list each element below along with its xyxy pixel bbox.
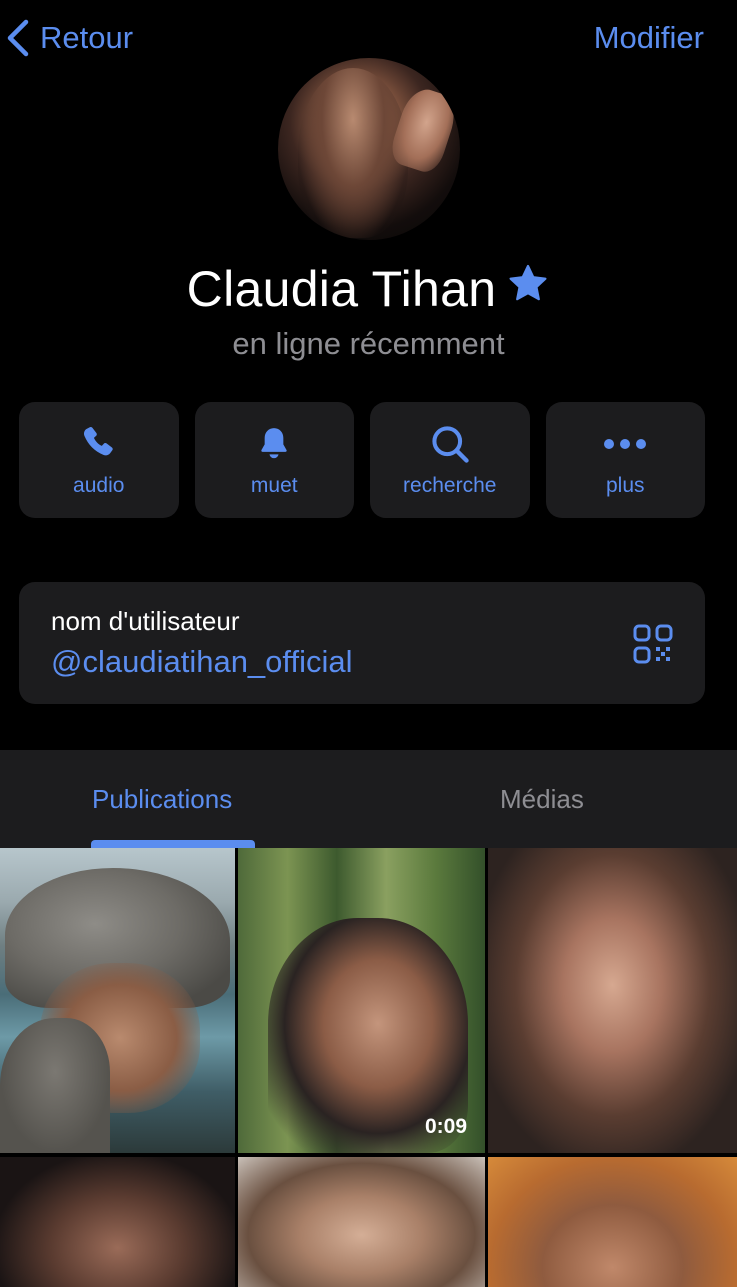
tab-medias[interactable]: Médias bbox=[500, 784, 584, 815]
username-title: nom d'utilisateur bbox=[51, 606, 240, 636]
qr-code-icon[interactable] bbox=[633, 624, 673, 664]
back-button[interactable]: Retour bbox=[4, 18, 133, 58]
active-tab-indicator bbox=[91, 840, 255, 848]
profile-avatar[interactable] bbox=[278, 58, 460, 240]
media-tile[interactable] bbox=[488, 1157, 737, 1287]
avatar-hand bbox=[386, 83, 460, 177]
profile-status: en ligne récemment bbox=[232, 326, 505, 361]
bell-icon bbox=[254, 422, 294, 466]
star-badge-icon[interactable] bbox=[506, 260, 550, 318]
edit-button[interactable]: Modifier bbox=[594, 20, 704, 56]
more-dots-icon bbox=[602, 422, 648, 466]
more-label: plus bbox=[605, 474, 645, 497]
tab-publications[interactable]: Publications bbox=[92, 784, 232, 815]
audio-label: audio bbox=[73, 474, 125, 497]
chevron-left-icon bbox=[7, 19, 29, 57]
mute-button[interactable]: muet bbox=[194, 402, 354, 518]
more-button[interactable]: plus bbox=[545, 402, 705, 518]
username-handle[interactable]: @claudiatihan_official bbox=[51, 644, 352, 680]
action-buttons: audio muet recherche plus bbox=[19, 402, 705, 518]
audio-button[interactable]: audio bbox=[19, 402, 179, 518]
mute-label: muet bbox=[250, 474, 298, 497]
search-button[interactable]: recherche bbox=[370, 402, 530, 518]
content-tabs: Publications Médias bbox=[0, 750, 737, 848]
search-label: recherche bbox=[403, 474, 497, 497]
video-duration: 0:09 bbox=[424, 1115, 467, 1138]
media-tile[interactable] bbox=[488, 848, 737, 1153]
media-grid: 0:09 bbox=[0, 848, 737, 1287]
media-tile[interactable] bbox=[0, 1157, 235, 1287]
search-icon bbox=[428, 422, 472, 466]
phone-icon bbox=[78, 422, 120, 466]
media-tile[interactable] bbox=[0, 848, 235, 1153]
back-label: Retour bbox=[40, 20, 134, 55]
photo-rock bbox=[0, 1018, 110, 1153]
media-tile-video[interactable]: 0:09 bbox=[238, 848, 485, 1153]
profile-name: Claudia Tihan bbox=[186, 261, 497, 317]
profile-name-row: Claudia Tihan bbox=[0, 260, 737, 318]
avatar-figure bbox=[298, 68, 408, 238]
media-tile[interactable] bbox=[238, 1157, 485, 1287]
username-card[interactable]: nom d'utilisateur @claudiatihan_official bbox=[19, 582, 705, 704]
